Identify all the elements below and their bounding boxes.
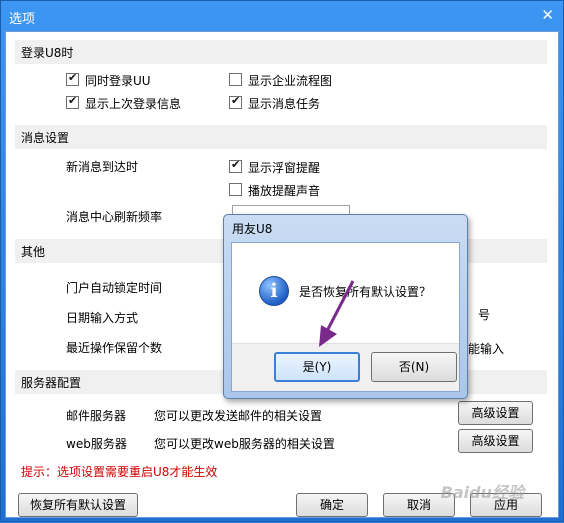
options-window: 选项 ✕ 登录U8时 同时登录UU 显示企业流程图 显示上次登录信息 显示消息任… [0,0,564,522]
arrow-shaft [325,280,355,332]
annotation-arrow [319,280,355,347]
